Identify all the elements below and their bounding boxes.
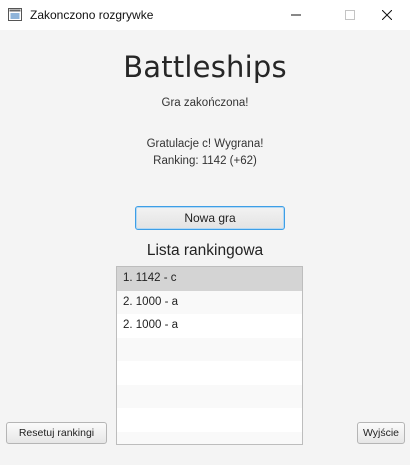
minimize-button[interactable] <box>273 0 319 30</box>
empty-list-row <box>117 384 302 408</box>
window-title: Zakonczono rozgrywke <box>30 8 154 22</box>
ranking-change-label: Ranking: 1142 (+62) <box>153 155 257 167</box>
maximize-icon <box>345 10 355 20</box>
app-icon <box>8 8 22 21</box>
close-icon <box>382 10 392 20</box>
result-message: Gratulacje c! Wygrana! <box>146 138 264 150</box>
empty-list-row <box>117 431 302 444</box>
minimize-icon <box>291 14 301 16</box>
reset-rankings-button[interactable]: Resetuj rankingi <box>6 422 107 444</box>
list-item[interactable]: 1. 1142 - c <box>117 267 302 291</box>
title-bar[interactable]: Zakonczono rozgrywke <box>0 0 410 30</box>
list-item[interactable]: 2. 1000 - a <box>117 314 302 338</box>
empty-list-row <box>117 337 302 361</box>
ranking-list[interactable]: 1. 1142 - c 2. 1000 - a 2. 1000 - a <box>116 266 303 445</box>
exit-button[interactable]: Wyjście <box>357 422 405 444</box>
list-item[interactable]: 2. 1000 - a <box>117 290 302 314</box>
new-game-button[interactable]: Nowa gra <box>135 206 285 230</box>
ranking-list-title: Lista rankingowa <box>146 242 264 259</box>
close-button[interactable] <box>364 0 410 30</box>
game-status-label: Gra zakończona! <box>161 97 249 109</box>
empty-list-row <box>117 408 302 432</box>
empty-list-row <box>117 361 302 385</box>
app-title: Battleships <box>123 50 287 84</box>
